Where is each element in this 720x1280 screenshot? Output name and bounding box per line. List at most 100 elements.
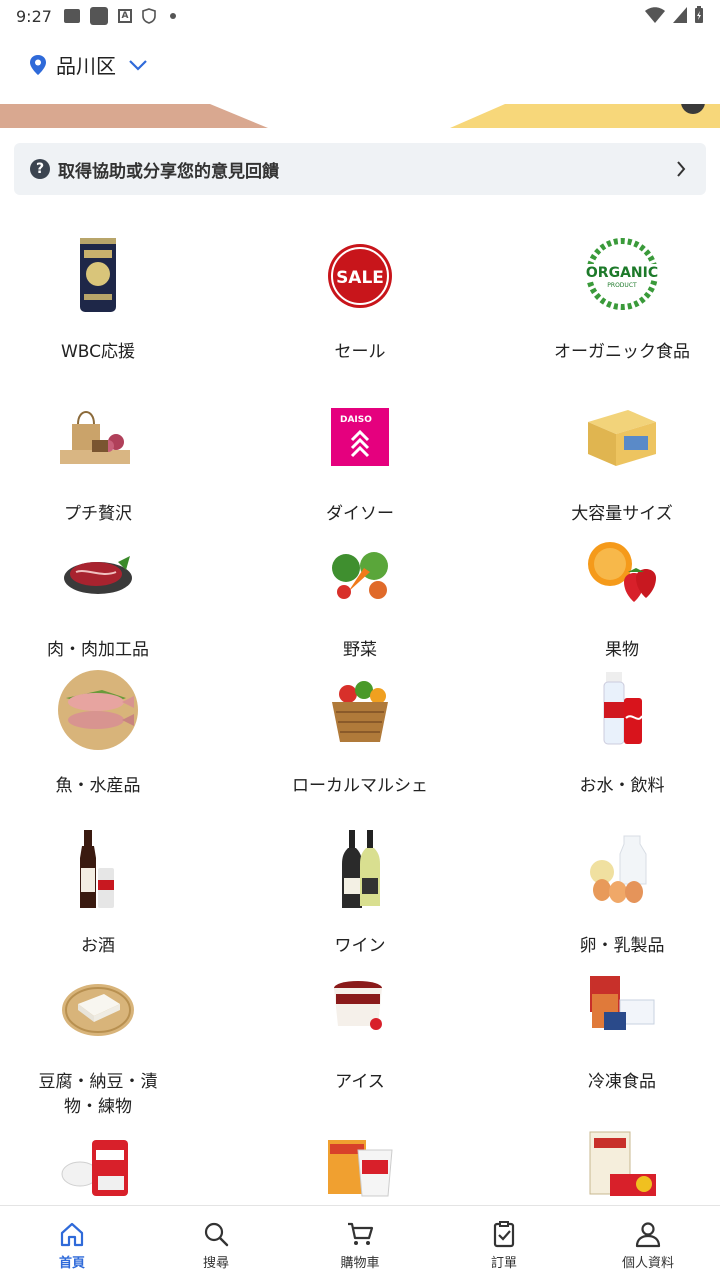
nav-home[interactable]: 首頁	[0, 1206, 144, 1280]
vegetables-icon	[332, 552, 388, 599]
chevron-right-icon	[677, 161, 686, 177]
category-label: お水・飲料	[579, 776, 665, 796]
wine-bottle-icon	[342, 830, 380, 908]
category-label: 果物	[605, 640, 639, 660]
search-icon	[204, 1222, 229, 1247]
gift-bag-icon	[60, 411, 130, 464]
daiso-logo-icon: DAISO	[331, 408, 389, 466]
sake-bottle-icon	[80, 830, 114, 908]
svg-text:SALE: SALE	[336, 268, 384, 288]
ice-cream-icon	[334, 981, 382, 1030]
status-bar: 9:27 A	[0, 0, 720, 32]
nav-cart-label: 購物車	[340, 1256, 380, 1271]
eggs-dairy-icon	[590, 835, 647, 903]
orders-icon	[493, 1221, 515, 1248]
photo-notification-icon	[63, 9, 80, 23]
location-name: 品川区	[56, 54, 116, 78]
noodles-icon	[589, 1131, 656, 1196]
category-daiso[interactable]: DAISO ダイソー	[260, 396, 460, 527]
category-fruit[interactable]: 果物	[522, 532, 720, 663]
category-sake[interactable]: お酒	[0, 828, 198, 959]
nav-orders-label: 訂單	[490, 1256, 517, 1271]
feedback-banner[interactable]: ? 取得協助或分享您的意見回饋	[14, 143, 706, 195]
category-petit-luxury[interactable]: プチ贅沢	[0, 396, 198, 527]
category-fish[interactable]: 魚・水産品	[0, 668, 198, 799]
svg-text:PRODUCT: PRODUCT	[607, 282, 637, 289]
drinks-icon	[603, 672, 643, 745]
fruit-icon	[588, 542, 656, 602]
category-vegetables[interactable]: 野菜	[260, 532, 460, 663]
status-right	[644, 6, 704, 24]
category-label: 冷凍食品	[588, 1072, 656, 1092]
app-notification-icon	[89, 7, 108, 25]
basket-icon	[332, 681, 388, 742]
category-organic[interactable]: ORGANIC PRODUCT オーガニック食品	[522, 234, 720, 365]
category-wbc[interactable]: WBC応援	[0, 234, 198, 365]
category-label: ワイン	[334, 936, 386, 956]
category-label: プチ贅沢	[64, 504, 132, 524]
nav-profile[interactable]: 個人資料	[576, 1206, 720, 1280]
category-label: 豆腐・納豆・漬物・練物	[38, 1072, 158, 1117]
rice-flour-icon	[61, 1140, 128, 1196]
category-row7-item1[interactable]	[0, 1124, 198, 1205]
category-wine[interactable]: ワイン	[260, 828, 460, 959]
chevron-down-icon	[129, 59, 147, 71]
category-row7-item2[interactable]	[260, 1124, 460, 1205]
bottom-navigation: 首頁 搜尋 購物車 訂單 個人資料	[0, 1205, 720, 1280]
category-meat[interactable]: 肉・肉加工品	[0, 532, 198, 663]
category-sale[interactable]: SALE セール	[260, 234, 460, 365]
meat-icon	[64, 556, 132, 594]
shield-icon	[142, 8, 156, 24]
category-tofu[interactable]: 豆腐・納豆・漬物・練物	[0, 964, 198, 1120]
nav-search-label: 搜尋	[202, 1256, 229, 1271]
category-label: ダイソー	[326, 504, 394, 524]
home-icon	[60, 1222, 84, 1247]
tofu-icon	[62, 984, 134, 1036]
category-label: 卵・乳製品	[579, 936, 665, 956]
category-label: 野菜	[343, 640, 377, 660]
nav-cart[interactable]: 購物車	[288, 1206, 432, 1280]
svg-text:DAISO: DAISO	[340, 415, 372, 425]
beer-can-icon	[80, 238, 116, 312]
profile-icon	[635, 1222, 661, 1248]
feedback-text: 取得協助或分享您的意見回饋	[58, 161, 279, 182]
category-bulk[interactable]: 大容量サイズ	[522, 396, 720, 527]
nav-home-label: 首頁	[58, 1256, 85, 1271]
nav-search[interactable]: 搜尋	[144, 1206, 288, 1280]
category-label: 魚・水産品	[55, 776, 141, 796]
svg-text:ORGANIC: ORGANIC	[586, 265, 658, 281]
promo-banner[interactable]	[0, 104, 720, 128]
nav-profile-label: 個人資料	[621, 1256, 674, 1271]
location-selector[interactable]: 品川区	[28, 50, 148, 79]
category-row7-item3[interactable]	[522, 1124, 720, 1205]
cart-icon	[348, 1222, 374, 1245]
category-label: お酒	[81, 936, 115, 956]
category-label: 大容量サイズ	[571, 504, 673, 524]
category-label: ローカルマルシェ	[292, 776, 428, 796]
category-ice-cream[interactable]: アイス	[260, 964, 460, 1095]
more-notifications-icon	[169, 13, 176, 19]
help-icon: ?	[30, 159, 50, 179]
category-eggs-dairy[interactable]: 卵・乳製品	[522, 828, 720, 959]
organic-badge-icon: ORGANIC PRODUCT	[586, 238, 658, 310]
battery-icon	[695, 6, 703, 23]
a-notification-icon: A	[117, 9, 132, 23]
bulk-box-icon	[588, 410, 656, 466]
status-time: 9:27	[16, 6, 52, 26]
nav-orders[interactable]: 訂單	[432, 1206, 576, 1280]
category-drinks[interactable]: お水・飲料	[522, 668, 720, 799]
instant-food-icon	[328, 1140, 393, 1197]
fish-icon	[58, 670, 138, 750]
signal-icon	[673, 7, 687, 23]
category-label: 肉・肉加工品	[47, 640, 149, 660]
category-label: セール	[334, 342, 386, 362]
category-label: アイス	[335, 1072, 385, 1092]
location-pin-icon	[30, 54, 46, 75]
sale-badge-icon: SALE	[328, 244, 392, 308]
category-local-marche[interactable]: ローカルマルシェ	[260, 668, 460, 799]
wifi-icon	[645, 7, 665, 23]
category-grid: WBC応援 SALE セール ORGANIC PRODUCT オーガニック食品 …	[0, 220, 720, 1205]
frozen-food-icon	[590, 976, 655, 1030]
category-label: オーガニック食品	[554, 342, 690, 362]
category-frozen-food[interactable]: 冷凍食品	[522, 964, 720, 1095]
